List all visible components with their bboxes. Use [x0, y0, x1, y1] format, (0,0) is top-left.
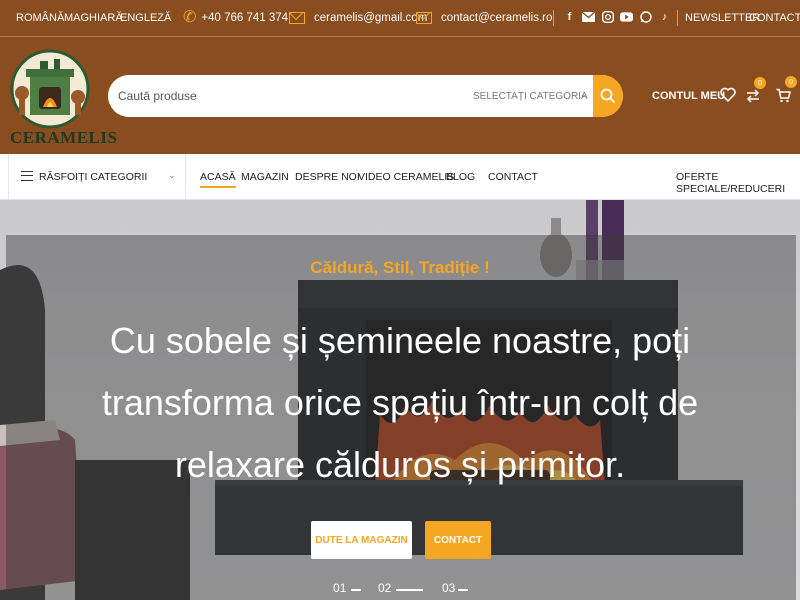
divider — [677, 10, 678, 26]
language-engleza[interactable]: ENGLEZĂ — [120, 12, 171, 24]
go-to-shop-button[interactable]: DUTE LA MAGAZIN — [311, 521, 412, 559]
youtube-icon[interactable] — [620, 9, 633, 24]
category-select-label: SELECTAȚI CATEGORIA — [473, 90, 588, 102]
search-input[interactable] — [118, 75, 458, 117]
main-nav: RĂSFOIȚI CATEGORII ⌄ ACASĂ MAGAZIN DESPR… — [0, 154, 800, 200]
browse-categories-label: RĂSFOIȚI CATEGORII — [39, 171, 148, 183]
email-contact: contact@ceramelis.ro — [441, 12, 553, 24]
email-icon[interactable] — [582, 9, 595, 24]
nav-item-oferte[interactable]: OFERTE SPECIALE/REDUCERI — [676, 171, 800, 195]
heart-icon — [720, 87, 736, 102]
nav-item-blog[interactable]: BLOG — [446, 171, 475, 183]
slide-number: 02 — [378, 581, 392, 595]
hero-tagline: Căldură, Stil, Tradiție ! — [310, 258, 490, 277]
nav-item-video[interactable]: VIDEO CERAMELIS — [358, 171, 454, 183]
slide-dot-2[interactable]: 02 — [378, 581, 423, 595]
cart-button[interactable]: 0 — [776, 76, 797, 108]
hero-headline: Cu sobele și șemineele noastre, poți tra… — [100, 310, 700, 496]
search-icon — [600, 88, 616, 104]
tiktok-icon[interactable]: ♪ — [658, 9, 671, 24]
hero-slider: Căldură, Stil, Tradiție ! Cu sobele și ș… — [0, 200, 800, 600]
compare-count-badge: 0 — [754, 77, 766, 89]
logo-text: CERAMELIS — [10, 128, 118, 147]
nav-item-magazin[interactable]: MAGAZIN — [241, 171, 289, 183]
whatsapp-icon[interactable] — [639, 9, 652, 24]
hero-headline-line: transforma orice spațiu într-un colț de — [101, 382, 699, 423]
hero-headline-line: Cu sobele și șemineele noastre, poți — [109, 320, 691, 361]
account-link[interactable]: CONTUL MEU — [652, 90, 725, 102]
search-button[interactable] — [593, 75, 623, 117]
facebook-icon[interactable]: f — [563, 9, 576, 24]
slide-indicator-line — [396, 589, 423, 591]
compare-arrows-icon — [746, 89, 760, 103]
search-bar: SELECTAȚI CATEGORIA ⌄ — [108, 75, 623, 117]
divider — [553, 10, 554, 26]
hero-contact-button[interactable]: CONTACT — [425, 521, 491, 559]
hero-headline-line: relaxare călduros și primitor. — [174, 444, 626, 485]
envelope-icon — [416, 12, 432, 24]
phone-icon: ✆ — [183, 9, 197, 26]
top-bar: ROMÂNĂ MAGHIARĂ ENGLEZĂ ✆ +40 766 741 37… — [0, 0, 800, 36]
slide-number: 03 — [442, 581, 456, 595]
contact-link-top[interactable]: CONTACT — [749, 12, 800, 24]
cart-icon — [776, 88, 791, 103]
slide-dot-3[interactable]: 03 — [442, 581, 468, 595]
slide-number: 01 — [333, 581, 347, 595]
cart-count-badge: 0 — [785, 76, 797, 88]
language-romana[interactable]: ROMÂNĂ — [16, 12, 64, 24]
slide-indicator-line — [458, 589, 468, 591]
social-links: f ♪ — [563, 9, 671, 24]
instagram-icon[interactable] — [601, 9, 614, 24]
email-link-gmail[interactable]: ceramelis@gmail.com — [289, 0, 427, 36]
nav-item-acasa[interactable]: ACASĂ — [200, 171, 236, 188]
nav-item-contact[interactable]: CONTACT — [488, 171, 538, 183]
email-link-contact[interactable]: contact@ceramelis.ro — [416, 0, 552, 36]
wishlist-button[interactable] — [720, 87, 736, 107]
phone-number: +40 766 741 374 — [201, 12, 289, 24]
category-select[interactable]: SELECTAȚI CATEGORIA ⌄ — [473, 75, 588, 117]
slide-dot-1[interactable]: 01 — [333, 581, 361, 595]
phone-link[interactable]: ✆ +40 766 741 374 — [183, 0, 288, 36]
chevron-down-icon: ⌄ — [580, 90, 587, 99]
site-header: CERAMELIS SELECTAȚI CATEGORIA ⌄ CONTUL M… — [0, 36, 800, 154]
nav-item-despre-noi[interactable]: DESPRE NOI — [295, 171, 360, 183]
hamburger-icon — [21, 171, 33, 181]
language-maghiara[interactable]: MAGHIARĂ — [64, 12, 123, 24]
chevron-down-icon: ⌄ — [168, 170, 176, 180]
email-gmail: ceramelis@gmail.com — [314, 12, 428, 24]
browse-categories-button[interactable]: RĂSFOIȚI CATEGORII ⌄ — [8, 154, 186, 200]
envelope-icon — [289, 12, 305, 24]
compare-button[interactable]: 0 — [746, 77, 766, 108]
slide-indicator-line — [351, 589, 361, 591]
